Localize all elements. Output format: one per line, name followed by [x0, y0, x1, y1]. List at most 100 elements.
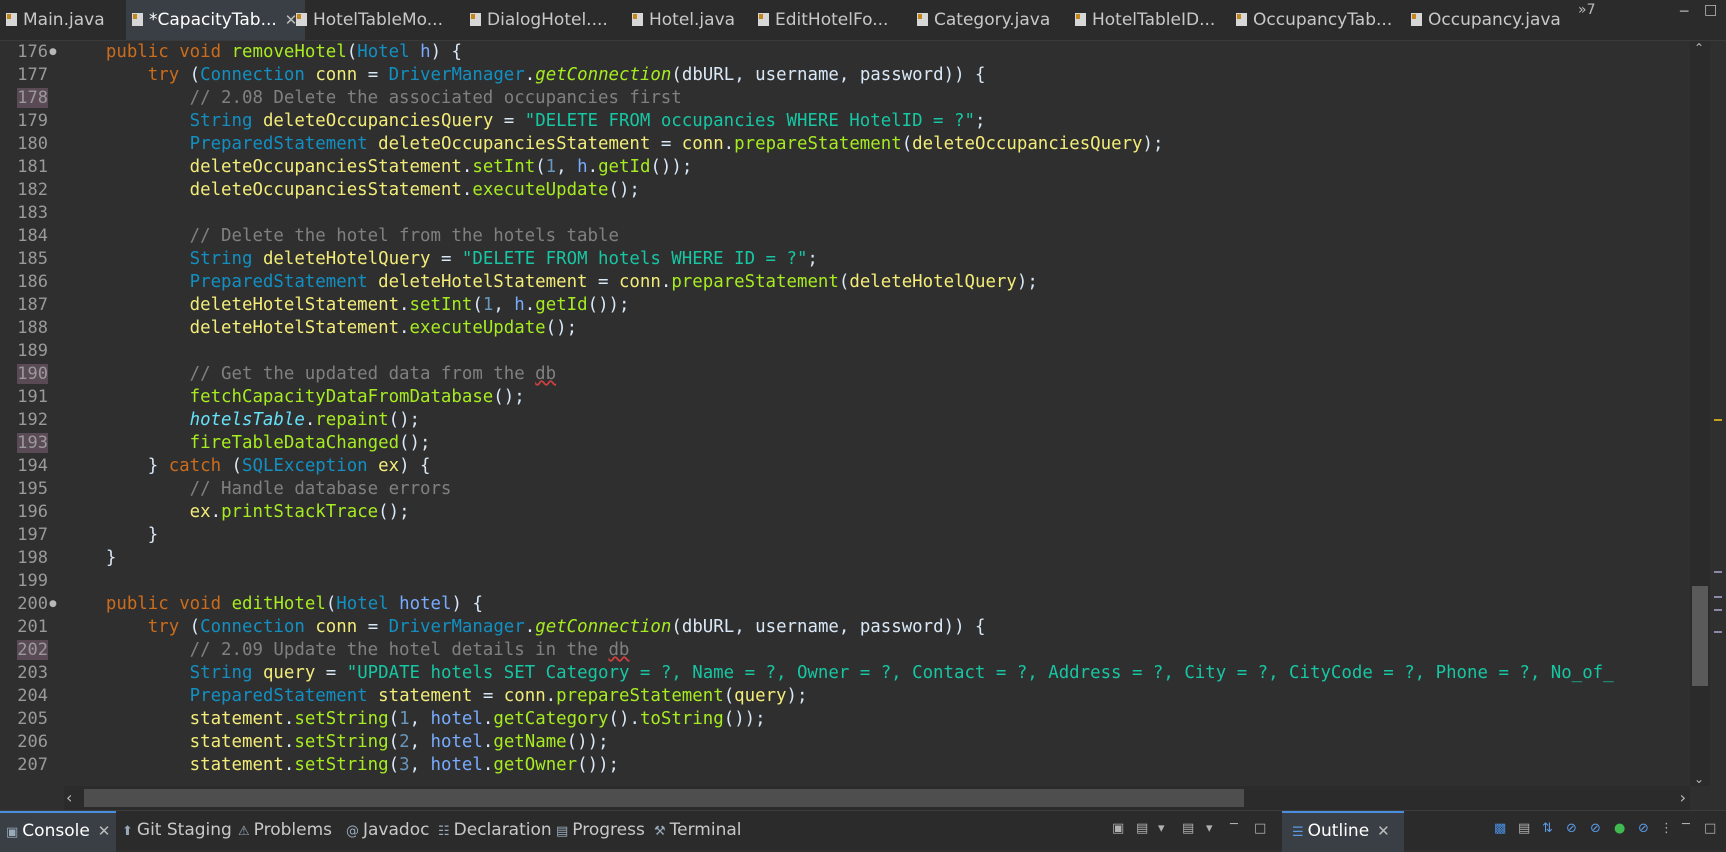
code-line[interactable]: PreparedStatement deleteHotelStatement =… [64, 271, 1038, 294]
maximize-icon[interactable]: □ [1254, 821, 1266, 836]
ruler-marker[interactable] [1714, 419, 1722, 421]
minimize-icon[interactable]: ─ [1682, 817, 1690, 832]
outline-icon: ☰ [1292, 825, 1304, 840]
code-editor[interactable]: 176 ● 177 178 179 180 181 182 183 184 185 186 187 188… [0, 41, 1690, 786]
tab-hotel-java[interactable]: Hotel.java [626, 0, 743, 40]
horizontal-scrollbar[interactable]: ‹ › [64, 786, 1690, 810]
tab-hoteltablemo[interactable]: HotelTableMo... [290, 0, 451, 40]
tab-label: DialogHotel.... [487, 10, 608, 30]
close-icon[interactable]: ✕ [98, 822, 111, 840]
tab-outline[interactable]: ☰ Outline ✕ [1282, 811, 1404, 852]
maximize-icon[interactable]: □ [1704, 2, 1717, 18]
code-line[interactable]: PreparedStatement statement = conn.prepa… [64, 685, 808, 708]
tab-occupancy-java[interactable]: Occupancy.java [1405, 0, 1569, 40]
tab-category-java[interactable]: Category.java [911, 0, 1058, 40]
code-line[interactable]: fetchCapacityDataFromDatabase(); [64, 386, 525, 409]
code-line[interactable]: } [64, 547, 116, 570]
open-console-icon[interactable]: ▤ [1182, 821, 1194, 836]
display-console-icon[interactable]: ▤ [1136, 821, 1148, 836]
line-number: 193 [17, 433, 48, 453]
code-line[interactable]: // 2.09 Update the hotel details in the … [64, 639, 630, 662]
chevron-down-icon[interactable]: ▾ [1206, 821, 1213, 836]
tab-edithotelfo[interactable]: EditHotelFo... [752, 0, 896, 40]
more-tabs-button[interactable]: »7 [1578, 2, 1595, 18]
code-line[interactable]: // Get the updated data from the db [64, 363, 556, 386]
ruler-marker[interactable] [1714, 631, 1722, 633]
java-file-icon [132, 13, 143, 26]
tab-label: Problems [253, 820, 333, 840]
chevron-down-icon[interactable]: ▾ [1158, 821, 1165, 836]
ruler-marker[interactable] [1714, 609, 1722, 611]
code-line[interactable]: } catch (SQLException ex) { [64, 455, 431, 478]
tab-label: Javadoc [363, 820, 430, 840]
code-line[interactable]: try (Connection conn = DriverManager.get… [64, 616, 986, 639]
ruler-marker[interactable] [1714, 571, 1722, 573]
code-line[interactable]: String deleteOccupanciesQuery = "DELETE … [64, 110, 986, 133]
tab-problems[interactable]: ⚠ Problems [232, 811, 338, 850]
focus-active-task-icon[interactable]: ▩ [1494, 821, 1506, 836]
code-line[interactable]: deleteHotelStatement.setInt(1, h.getId()… [64, 294, 630, 317]
maximize-icon[interactable]: □ [1704, 821, 1716, 836]
close-icon[interactable]: ✕ [1377, 822, 1390, 840]
scroll-up-icon[interactable]: ⌃ [1694, 41, 1704, 55]
scroll-right-icon[interactable]: › [1680, 786, 1686, 810]
tab--capacitytab[interactable]: *CapacityTab... ✕ [126, 0, 306, 40]
hide-fields-icon[interactable]: ⊘ [1566, 821, 1577, 836]
code-line[interactable]: statement.setString(1, hotel.getCategory… [64, 708, 766, 731]
horizontal-scroll-thumb[interactable] [84, 789, 1244, 807]
hide-nonpublic-icon[interactable]: ● [1614, 821, 1625, 836]
overview-ruler[interactable] [1710, 41, 1726, 786]
tab-label: Category.java [934, 10, 1051, 30]
code-line[interactable]: PreparedStatement deleteOccupanciesState… [64, 133, 1164, 156]
sort-icon[interactable]: ⇅ [1542, 821, 1553, 836]
code-line[interactable]: } [64, 524, 158, 547]
code-line[interactable]: // Delete the hotel from the hotels tabl… [64, 225, 619, 248]
code-line[interactable]: statement.setString(2, hotel.getName()); [64, 731, 609, 754]
minimize-icon[interactable]: ─ [1230, 817, 1238, 832]
code-area[interactable]: public void removeHotel(Hotel h) { try (… [64, 41, 1690, 786]
vertical-scroll-thumb[interactable] [1692, 586, 1708, 686]
tab-javadoc[interactable]: @ Javadoc [340, 811, 435, 850]
code-line[interactable]: deleteOccupanciesStatement.executeUpdate… [64, 179, 640, 202]
hide-local-types-icon[interactable]: ⊘ [1638, 821, 1649, 836]
tab-console[interactable]: ▣ Console ✕ [0, 811, 117, 852]
tab-progress[interactable]: ▤ Progress [550, 811, 651, 850]
fold-toggle-icon[interactable]: ● [49, 593, 57, 616]
new-console-icon[interactable]: ▣ [1112, 821, 1124, 836]
line-number: 188 [17, 318, 48, 338]
tab-main-java[interactable]: Main.java [0, 0, 113, 40]
vertical-scrollbar[interactable]: ⌃ ⌄ [1690, 41, 1710, 786]
tab-dialoghotel[interactable]: DialogHotel.... [464, 0, 616, 40]
view-menu-icon[interactable]: ⋮ [1660, 821, 1673, 836]
minimize-icon[interactable]: ─ [1680, 4, 1688, 20]
tab-terminal[interactable]: ⚒ Terminal [648, 811, 748, 850]
tab-occupancytab[interactable]: OccupancyTab... [1230, 0, 1400, 40]
ruler-marker[interactable] [1714, 596, 1722, 598]
code-line[interactable]: ex.printStackTrace(); [64, 501, 410, 524]
code-line[interactable]: fireTableDataChanged(); [64, 432, 431, 455]
tab-declaration[interactable]: ☷ Declaration [432, 811, 558, 850]
tab-git-staging[interactable]: ⬆ Git Staging [116, 811, 238, 850]
code-line[interactable]: public void removeHotel(Hotel h) { [64, 41, 462, 64]
code-line[interactable]: // Handle database errors [64, 478, 452, 501]
java-file-icon [1411, 13, 1422, 26]
code-line[interactable]: hotelsTable.repaint(); [64, 409, 420, 432]
code-line[interactable]: String deleteHotelQuery = "DELETE FROM h… [64, 248, 818, 271]
scroll-left-icon[interactable]: ‹ [66, 786, 72, 810]
code-line[interactable]: deleteHotelStatement.executeUpdate(); [64, 317, 577, 340]
tab-hoteltableid[interactable]: HotelTableID... [1069, 0, 1223, 40]
code-line[interactable]: // 2.08 Delete the associated occupancie… [64, 87, 682, 110]
fold-toggle-icon[interactable]: ● [49, 41, 57, 64]
tab-label: HotelTableMo... [313, 10, 443, 30]
code-line[interactable]: public void editHotel(Hotel hotel) { [64, 593, 483, 616]
code-line[interactable]: statement.setString(3, hotel.getOwner())… [64, 754, 619, 777]
hide-static-icon[interactable]: ⊘ [1590, 821, 1601, 836]
line-number: 192 [17, 410, 48, 430]
code-line[interactable]: try (Connection conn = DriverManager.get… [64, 64, 986, 87]
scroll-down-icon[interactable]: ⌄ [1694, 772, 1704, 786]
code-line[interactable]: String query = "UPDATE hotels SET Catego… [64, 662, 1614, 685]
collapse-all-icon[interactable]: ▤ [1518, 821, 1530, 836]
line-number: 177 [17, 65, 48, 85]
tab-label: HotelTableID... [1092, 10, 1216, 30]
code-line[interactable]: deleteOccupanciesStatement.setInt(1, h.g… [64, 156, 693, 179]
